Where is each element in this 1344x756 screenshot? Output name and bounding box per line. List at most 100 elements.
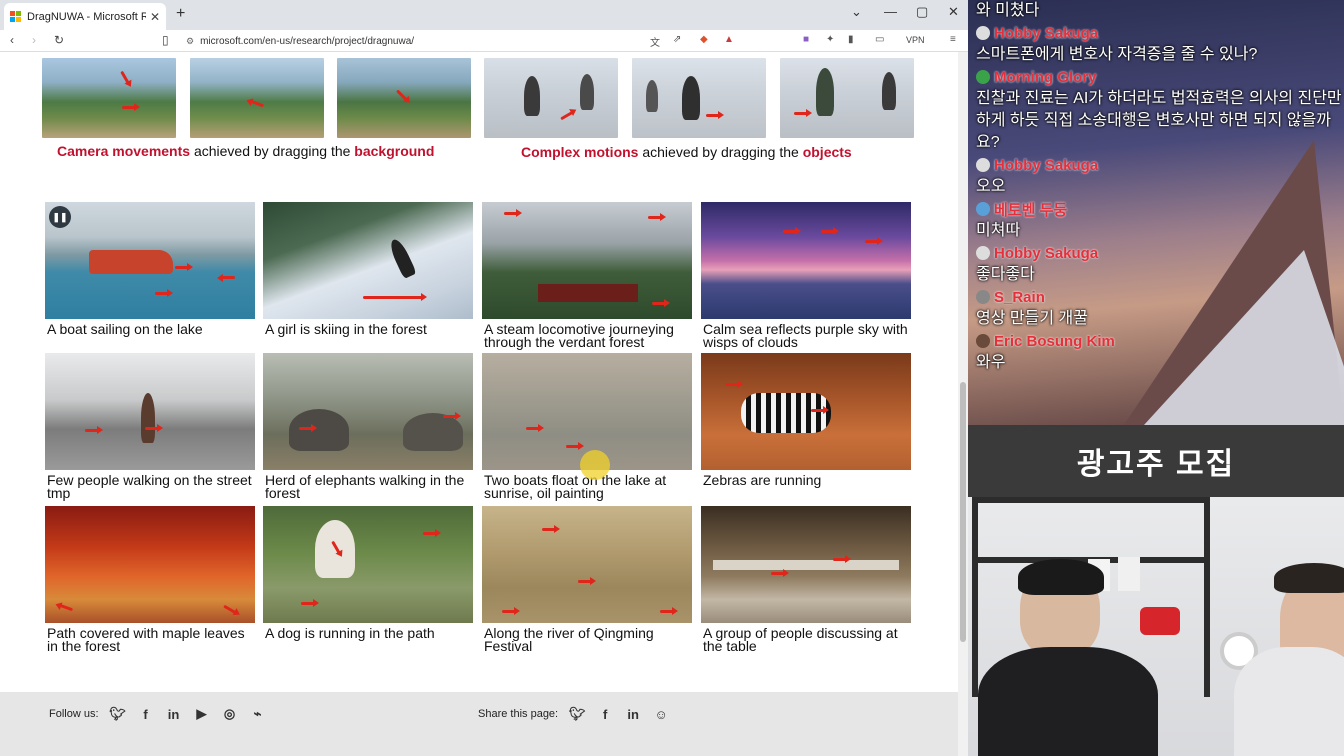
extensions-icon[interactable]: ✦ [826, 34, 834, 45]
drag-arrow [648, 213, 666, 221]
live-chat: 와 미쳤다 Hobby Sakuga 스마트폰에게 변호사 자격증을 줄 수 있… [968, 0, 1344, 425]
video-thumb-train[interactable] [482, 202, 692, 319]
gallery-caption: Herd of elephants walking in the forest [265, 472, 465, 501]
twitter-icon[interactable]: 🐦︎ [568, 706, 586, 722]
brave-shield-icon[interactable]: ◆ [700, 34, 708, 45]
sidebar-icon[interactable]: ▮ [848, 34, 854, 45]
shelf-top [972, 497, 1208, 503]
cohost-body [1234, 647, 1344, 756]
vpn-button[interactable]: VPN [906, 35, 925, 45]
skater-figure [646, 80, 658, 112]
gallery-card[interactable]: Path covered with maple leaves in the fo… [45, 506, 255, 653]
train-shape [538, 284, 638, 302]
twitter-icon[interactable]: 🐦︎ [109, 706, 127, 722]
username-text: Hobby Sakuga [994, 244, 1099, 262]
video-thumb-maple-path[interactable] [45, 506, 255, 623]
gallery-card[interactable]: ❚❚ A boat sailing on the lake [45, 202, 255, 336]
translate-icon[interactable]: 文 [650, 34, 660, 49]
video-thumb-boat[interactable]: ❚❚ [45, 202, 255, 319]
avatar-icon [976, 202, 990, 216]
facebook-icon[interactable]: f [596, 707, 614, 722]
tab-title: DragNUWA - Microsoft Research [27, 10, 146, 23]
drag-arrow [443, 412, 461, 420]
reddit-icon[interactable]: ☺ [652, 707, 670, 722]
gallery-card[interactable]: A steam locomotive journeying through th… [482, 202, 692, 349]
drag-arrow [175, 263, 193, 271]
table-shape [713, 560, 899, 570]
linkedin-icon[interactable]: in [624, 707, 642, 722]
minimize-icon[interactable]: — [884, 4, 897, 19]
tab-close-icon[interactable]: ✕ [150, 10, 160, 24]
gallery-card[interactable]: Few people walking on the street tmp [45, 353, 255, 500]
pause-button[interactable]: ❚❚ [49, 206, 71, 228]
drag-arrow [652, 299, 670, 307]
streamer-body [978, 647, 1158, 756]
follow-us-bar: Follow us: 🐦︎ f in ▶ ◎ ⌁ [49, 706, 267, 722]
gallery-card[interactable]: Calm sea reflects purple sky with wisps … [701, 202, 911, 349]
skier-figure [387, 236, 417, 280]
gallery-card[interactable]: Zebras are running [701, 353, 911, 487]
wallet-icon[interactable]: ▭ [875, 34, 884, 45]
elephant-shape [289, 409, 349, 451]
video-thumb-skiing[interactable] [263, 202, 473, 319]
chat-message-text: 오오 [976, 178, 1006, 195]
drag-arrow [706, 111, 724, 119]
caption-text: achieved by dragging the [638, 144, 803, 160]
bookmark-icon[interactable]: ▯ [162, 33, 169, 47]
gallery-caption: Path covered with maple leaves in the fo… [47, 625, 245, 654]
zebra-shape [741, 393, 831, 433]
video-thumb-zebras[interactable] [701, 353, 911, 470]
active-tab[interactable]: DragNUWA - Microsoft Research ✕ [4, 3, 166, 30]
username-text: Hobby Sakuga [994, 24, 1099, 42]
gallery-card[interactable]: A group of people discussing at the tabl… [701, 506, 911, 653]
maximize-icon[interactable]: ▢ [916, 4, 928, 20]
gallery-caption: Zebras are running [703, 472, 822, 488]
scrollbar-thumb[interactable] [960, 382, 966, 642]
video-thumb-elephants[interactable] [263, 353, 473, 470]
gallery-caption: Few people walking on the street tmp [47, 472, 252, 501]
new-tab-button[interactable]: + [176, 5, 185, 23]
gallery-caption: A girl is skiing in the forest [265, 321, 427, 337]
rewards-icon[interactable]: ▲ [724, 34, 734, 45]
drag-arrow [560, 110, 574, 121]
drag-arrow [423, 529, 441, 537]
extension-m-icon[interactable]: ■ [803, 34, 809, 45]
gallery-card[interactable]: Herd of elephants walking in the forest [263, 353, 473, 500]
pedestrian-figure [141, 393, 155, 443]
drag-arrow [526, 424, 544, 432]
url-field[interactable]: ⚙ microsoft.com/en-us/research/project/d… [186, 32, 746, 50]
avatar-icon [976, 334, 990, 348]
linkedin-icon[interactable]: in [165, 707, 183, 722]
skater-figure [882, 72, 896, 110]
video-thumb-qingming[interactable] [482, 506, 692, 623]
site-info-icon[interactable]: ⚙ [186, 36, 194, 47]
menu-icon[interactable]: ≡ [950, 34, 956, 45]
video-thumb-last-supper[interactable] [701, 506, 911, 623]
gallery-card[interactable]: A girl is skiing in the forest [263, 202, 473, 336]
chat-message-text: 진찰과 진료는 AI가 하더라도 법적효력은 의사의 진단만 하게 하듯 직접 … [976, 90, 1342, 151]
page-scrollbar[interactable] [958, 52, 968, 756]
instagram-icon[interactable]: ◎ [221, 706, 239, 722]
reload-icon[interactable]: ↻ [54, 33, 64, 47]
avatar-icon [976, 158, 990, 172]
gallery-card[interactable]: Along the river of Qingming Festival [482, 506, 692, 653]
drag-arrow [725, 380, 743, 388]
gallery-card[interactable]: A dog is running in the path [263, 506, 473, 640]
webcam-feed [968, 497, 1344, 756]
back-icon[interactable]: ‹ [10, 33, 14, 47]
chat-messages: 와 미쳤다 Hobby Sakuga 스마트폰에게 변호사 자격증을 줄 수 있… [968, 0, 1344, 374]
video-thumb-street[interactable] [45, 353, 255, 470]
share-icon[interactable]: ⇗ [673, 34, 681, 45]
close-window-icon[interactable]: ✕ [948, 4, 959, 20]
forward-icon[interactable]: › [32, 33, 36, 47]
youtube-icon[interactable]: ▶ [193, 706, 211, 722]
video-thumb-dog[interactable] [263, 506, 473, 623]
tab-search-chevron-icon[interactable]: ⌄ [851, 4, 862, 20]
skater-figure [682, 76, 700, 120]
rss-icon[interactable]: ⌁ [249, 706, 267, 722]
facebook-icon[interactable]: f [137, 707, 155, 722]
username-text: Eric Bosung Kim [994, 332, 1115, 350]
video-thumb-sea[interactable] [701, 202, 911, 319]
drag-arrow [833, 555, 851, 563]
skater-thumb-2 [632, 58, 766, 138]
